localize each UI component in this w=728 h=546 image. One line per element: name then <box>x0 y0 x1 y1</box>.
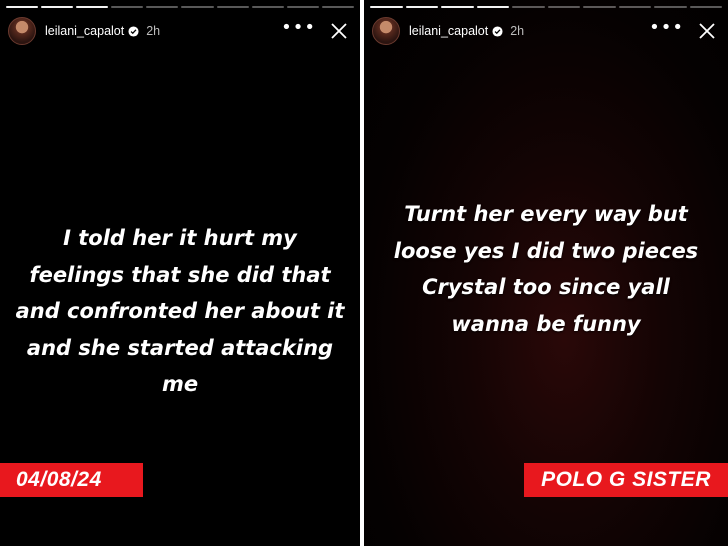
progress-segment <box>146 6 179 8</box>
post-time: 2h <box>510 24 525 38</box>
progress-segment <box>251 6 284 8</box>
story-panel-right: leilani_capalot 2h ••• Turnt her every w… <box>364 0 728 546</box>
avatar[interactable] <box>8 17 36 45</box>
progress-segment <box>441 6 474 8</box>
story-header: leilani_capalot 2h ••• <box>372 16 720 46</box>
avatar[interactable] <box>372 17 400 45</box>
story-caption: Turnt her every way but loose yes I did … <box>393 202 699 336</box>
post-time: 2h <box>146 24 161 38</box>
progress-segment <box>111 6 144 8</box>
progress-segment <box>370 6 403 8</box>
story-panel-left: leilani_capalot 2h ••• I told her it hur… <box>0 0 360 546</box>
story-header: leilani_capalot 2h ••• <box>8 16 352 46</box>
date-tag: 04/08/24 <box>0 463 143 497</box>
label-tag: POLO G SISTER <box>524 463 728 497</box>
more-options-icon[interactable]: ••• <box>281 19 316 37</box>
story-caption: I told her it hurt my feelings that she … <box>15 226 345 396</box>
progress-segment <box>6 6 39 8</box>
story-progress-bar <box>6 6 354 8</box>
progress-segment <box>76 6 109 8</box>
progress-segment <box>321 6 354 8</box>
progress-segment <box>41 6 74 8</box>
progress-segment <box>618 6 651 8</box>
progress-segment <box>181 6 214 8</box>
verified-badge-icon <box>492 25 503 37</box>
progress-segment <box>286 6 319 8</box>
progress-segment <box>405 6 438 8</box>
story-progress-bar <box>370 6 722 8</box>
progress-segment <box>583 6 616 8</box>
progress-segment <box>216 6 249 8</box>
progress-segment <box>689 6 722 8</box>
username[interactable]: leilani_capalot <box>45 24 124 38</box>
close-icon[interactable] <box>330 22 348 40</box>
username[interactable]: leilani_capalot <box>409 24 488 38</box>
progress-segment <box>547 6 580 8</box>
more-options-icon[interactable]: ••• <box>649 19 684 37</box>
progress-segment <box>512 6 545 8</box>
close-icon[interactable] <box>698 22 716 40</box>
progress-segment <box>654 6 687 8</box>
progress-segment <box>476 6 509 8</box>
verified-badge-icon <box>128 25 139 37</box>
